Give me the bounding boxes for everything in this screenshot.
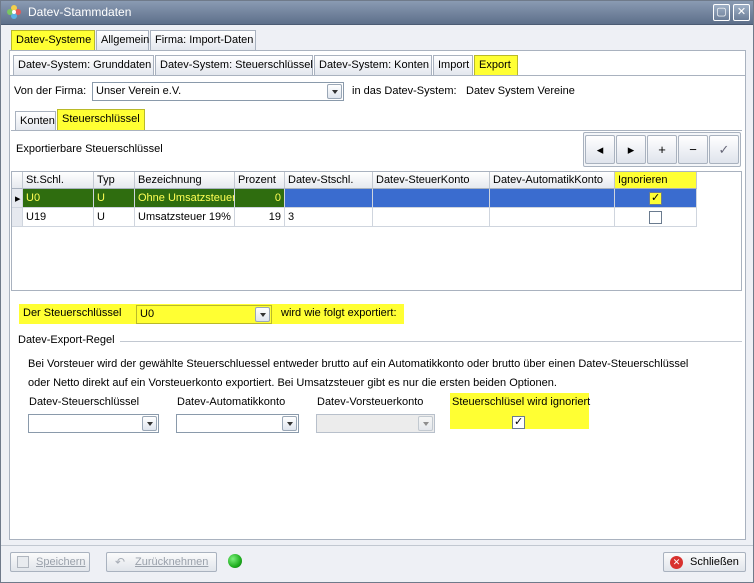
cell-datev-steuerkonto[interactable]: [373, 208, 490, 227]
save-icon: [17, 556, 29, 568]
tab-grunddaten[interactable]: Datev-System: Grunddaten: [13, 55, 154, 75]
col-prozent[interactable]: Prozent: [235, 172, 285, 189]
table-row[interactable]: U19 U Umsatzsteuer 19% 19 3: [12, 208, 697, 227]
col-datev-steuerkonto[interactable]: Datev-SteuerKonto: [373, 172, 490, 189]
field-vorsteuerkonto-label: Datev-Vorsteuerkonto: [317, 396, 424, 408]
field-datev-stschl-label: Datev-Steuerschlüssel: [29, 396, 140, 408]
tab-inner-konten[interactable]: Konten: [15, 111, 56, 131]
col-ignorieren[interactable]: Ignorieren: [615, 172, 697, 189]
app-flower-icon: [6, 4, 22, 20]
chevron-down-icon[interactable]: [142, 416, 157, 431]
field-automatikkonto-label: Datev-Automatikkonto: [177, 396, 286, 408]
row-indicator: [12, 208, 23, 227]
chevron-down-icon[interactable]: [255, 307, 270, 322]
datev-system-label: in das Datev-System:: [352, 85, 457, 97]
datev-system-value: Datev System Vereine: [466, 85, 575, 97]
cell-prozent[interactable]: 19: [235, 208, 285, 227]
tab-allgemein[interactable]: Allgemein: [96, 30, 149, 50]
export-suffix-label: wird wie folgt exportiert:: [281, 307, 397, 319]
undo-button-label: Zurücknehmen: [135, 556, 209, 568]
tab-export[interactable]: Export: [474, 55, 518, 75]
export-prefix-label: Der Steuerschlüssel: [23, 307, 122, 319]
sub-tab-divider: [10, 75, 745, 76]
automatikkonto-select[interactable]: [176, 414, 299, 433]
tab-steuerschluessel[interactable]: Datev-System: Steuerschlüssel: [155, 55, 313, 75]
row-indicator-icon: ▸: [12, 189, 23, 208]
close-icon: ✕: [670, 556, 683, 569]
tab-firma-import-daten[interactable]: Firma: Import-Daten: [150, 30, 256, 50]
cell-datev-steuerkonto[interactable]: [373, 189, 490, 208]
cell-stschl[interactable]: U0: [23, 189, 94, 208]
footer-divider: [1, 545, 753, 546]
firma-label: Von der Firma:: [14, 85, 87, 97]
close-button-label: Schließen: [690, 556, 739, 568]
field-ignoriert-label: Steuerschlüsel wird ignoriert: [452, 396, 591, 408]
rule-text-line1: Bei Vorsteuer wird der gewählte Steuersc…: [28, 358, 689, 370]
next-record-button[interactable]: ▸: [616, 135, 646, 164]
tab-import[interactable]: Import: [433, 55, 473, 75]
close-window-button[interactable]: ✕: [733, 4, 750, 21]
ignorieren-checkbox[interactable]: [649, 211, 662, 224]
confirm-record-button[interactable]: ✓: [709, 135, 739, 164]
cell-bezeichnung[interactable]: Ohne Umsatzsteuer: [135, 189, 235, 208]
tab-inner-steuerschluessel[interactable]: Steuerschlüssel: [57, 109, 145, 131]
col-bezeichnung[interactable]: Bezeichnung: [135, 172, 235, 189]
undo-arrow-icon: ↶: [115, 555, 126, 569]
firma-select-value: Unser Verein e.V.: [96, 85, 182, 97]
grid-header-indicator: [12, 172, 23, 189]
prev-record-button[interactable]: ◂: [585, 135, 615, 164]
rule-text-line2: oder Netto direkt auf ein Vorsteuerkonto…: [28, 377, 557, 389]
maximize-button[interactable]: ▢: [713, 4, 730, 21]
close-button[interactable]: ✕ Schließen: [663, 552, 746, 572]
tab-konten[interactable]: Datev-System: Konten: [314, 55, 432, 75]
datev-stschl-select[interactable]: [28, 414, 159, 433]
delete-record-button[interactable]: −: [678, 135, 708, 164]
chevron-down-icon[interactable]: [282, 416, 297, 431]
save-button[interactable]: Speichern: [10, 552, 90, 572]
tab-datev-systeme[interactable]: Datev-Systeme: [11, 30, 95, 50]
col-datev-automatikkonto[interactable]: Datev-AutomatikKonto: [490, 172, 615, 189]
undo-button[interactable]: ↶ Zurücknehmen: [106, 552, 217, 572]
cell-datev-stschl[interactable]: 3: [285, 208, 373, 227]
col-typ[interactable]: Typ: [94, 172, 135, 189]
grid-title: Exportierbare Steuerschlüssel: [16, 143, 163, 155]
group-divider: [120, 341, 742, 342]
cell-bezeichnung[interactable]: Umsatzsteuer 19%: [135, 208, 235, 227]
cell-datev-automatikkonto[interactable]: [490, 189, 615, 208]
cell-stschl[interactable]: U19: [23, 208, 94, 227]
cell-ignorieren[interactable]: [615, 208, 697, 227]
status-indicator-icon: [228, 554, 242, 568]
export-rule-title: Datev-Export-Regel: [18, 334, 115, 346]
ignoriert-checkbox[interactable]: [512, 415, 525, 429]
table-row[interactable]: ▸ U0 U Ohne Umsatzsteuer 0: [12, 189, 697, 208]
cell-datev-stschl[interactable]: [285, 189, 373, 208]
add-record-button[interactable]: +: [647, 135, 677, 164]
cell-datev-automatikkonto[interactable]: [490, 208, 615, 227]
cell-ignorieren[interactable]: [615, 189, 697, 208]
window-title: Datev-Stammdaten: [28, 5, 132, 19]
save-button-label: Speichern: [36, 556, 86, 568]
export-stschl-value: U0: [140, 308, 155, 320]
vorsteuerkonto-select: [316, 414, 435, 433]
grid-header: St.Schl. Typ Bezeichnung Prozent Datev-S…: [12, 172, 697, 189]
chevron-down-icon: [418, 416, 433, 431]
firma-select[interactable]: Unser Verein e.V.: [92, 82, 344, 101]
cell-typ[interactable]: U: [94, 189, 135, 208]
ignorieren-checkbox[interactable]: [649, 191, 662, 205]
col-datev-stschl[interactable]: Datev-Stschl.: [285, 172, 373, 189]
col-stschl[interactable]: St.Schl.: [23, 172, 94, 189]
cell-prozent[interactable]: 0: [235, 189, 285, 208]
export-stschl-select[interactable]: U0: [136, 305, 272, 324]
cell-typ[interactable]: U: [94, 208, 135, 227]
chevron-down-icon[interactable]: [327, 84, 342, 99]
